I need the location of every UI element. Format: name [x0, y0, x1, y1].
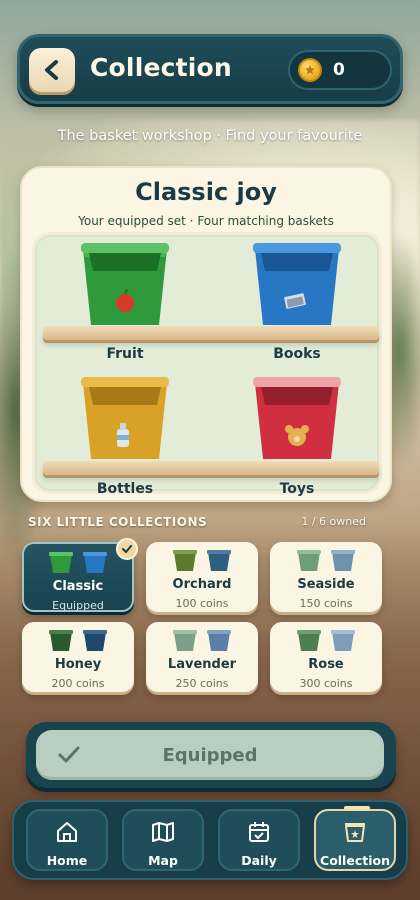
basket-icon [297, 550, 321, 571]
collection-tile-orchard[interactable]: Orchard 100 coins [146, 542, 258, 612]
toys-basket[interactable] [249, 367, 345, 463]
basket-icon [297, 630, 321, 651]
equipped-button[interactable]: Equipped [36, 730, 384, 780]
set-title: Classic joy [135, 178, 277, 206]
coin-balance[interactable]: 0 [288, 50, 392, 90]
home-icon [57, 822, 77, 842]
basket-label: Bottles [96, 481, 154, 497]
chevron-left-icon [45, 60, 58, 80]
basket-shelf: Fruit Books Bottles Toys [32, 232, 382, 497]
basket-icon [49, 552, 73, 573]
basket-icon [207, 550, 231, 571]
collection-name: Rose [308, 657, 344, 672]
bottom-navigation: Home Map Daily Collection [12, 800, 408, 880]
collection-name: Honey [54, 657, 102, 672]
equipped-set-showcase: Classic joy Your equipped set · Four mat… [20, 166, 392, 502]
nav-label: Collection [320, 853, 390, 868]
collection-name: Seaside [297, 577, 355, 592]
apple-icon [116, 294, 134, 312]
nav-home[interactable]: Home [26, 809, 108, 871]
collection-name: Lavender [167, 657, 237, 672]
back-button[interactable] [29, 48, 75, 92]
collection-preview [270, 547, 382, 573]
collection-preview [146, 547, 258, 573]
collections-heading: SIX LITTLE COLLECTIONS [28, 515, 208, 529]
equipped-label: Equipped [162, 744, 258, 766]
collection-preview [22, 627, 134, 653]
collection-status: Equipped [52, 599, 104, 612]
books-basket[interactable] [249, 233, 345, 329]
fruit-basket[interactable] [77, 233, 173, 329]
collection-tile-seaside[interactable]: Seaside 150 coins [270, 542, 382, 612]
collection-name: Orchard [172, 577, 232, 592]
basket-icon [49, 630, 73, 651]
map-icon [152, 822, 174, 842]
collection-price: 100 coins [175, 597, 229, 610]
nav-daily[interactable]: Daily [218, 809, 300, 871]
coin-count: 0 [333, 60, 345, 80]
active-indicator [344, 806, 370, 810]
basket-label: Toys [279, 481, 315, 497]
basket-label: Books [273, 346, 321, 362]
checkmark-icon [116, 538, 138, 560]
collection-price: 200 coins [51, 677, 105, 690]
collection-preview [270, 627, 382, 653]
collection-tile-honey[interactable]: Honey 200 coins [22, 622, 134, 692]
nav-map[interactable]: Map [122, 809, 204, 871]
collection-preview [146, 627, 258, 653]
calendar-icon [249, 822, 269, 842]
collection-price: 300 coins [299, 677, 353, 690]
basket-icon [83, 630, 107, 651]
bottles-basket[interactable] [77, 367, 173, 463]
basket-icon [345, 823, 365, 842]
coin-icon [298, 58, 322, 82]
page-title: Collection [90, 53, 232, 82]
basket-icon [83, 552, 107, 573]
nav-label: Map [148, 853, 178, 868]
collection-price: 150 coins [299, 597, 353, 610]
basket-icon [207, 630, 231, 651]
nav-collection[interactable]: Collection [314, 806, 396, 871]
basket-icon [173, 630, 197, 651]
nav-label: Home [46, 853, 88, 868]
collection-tile-lavender[interactable]: Lavender 250 coins [146, 622, 258, 692]
equip-button-frame: Equipped [26, 722, 396, 788]
collection-price: 250 coins [175, 677, 229, 690]
basket-icon [173, 550, 197, 571]
collection-tile-classic[interactable]: Classic Equipped [22, 538, 138, 612]
page-subtitle: The basket workshop · Find your favourit… [57, 128, 363, 144]
shelf-board [43, 461, 379, 475]
header-bar: Collection 0 [17, 34, 403, 104]
basket-label: Fruit [106, 346, 144, 362]
collection-name: Classic [52, 579, 104, 594]
set-description: Your equipped set · Four matching basket… [78, 214, 334, 228]
collection-tile-rose[interactable]: Rose 300 coins [270, 622, 382, 692]
nav-label: Daily [241, 853, 277, 868]
owned-count: 1 / 6 owned [301, 515, 366, 528]
basket-icon [331, 630, 355, 651]
basket-icon [331, 550, 355, 571]
